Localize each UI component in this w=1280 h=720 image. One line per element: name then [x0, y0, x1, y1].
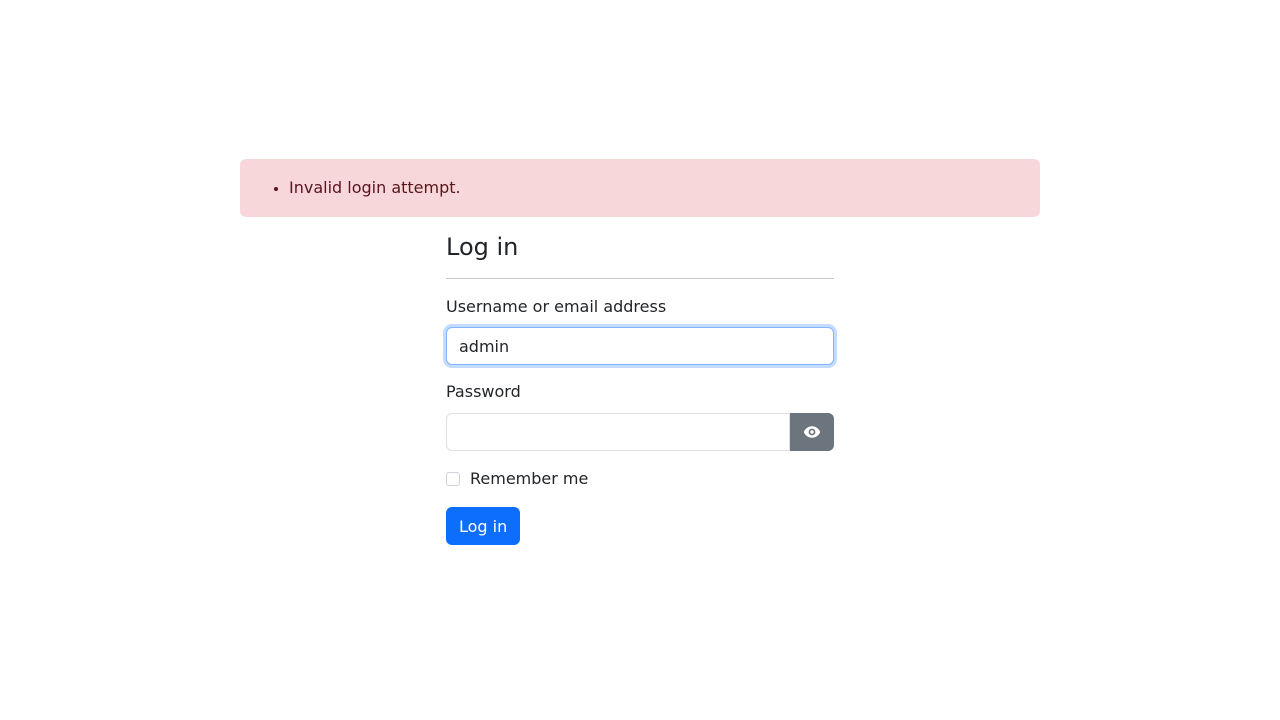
eye-icon: [803, 426, 821, 438]
error-item: Invalid login attempt.: [289, 159, 1040, 217]
validation-error-alert: Invalid login attempt.: [240, 159, 1040, 217]
page-title: Log in: [446, 233, 519, 261]
password-label: Password: [446, 382, 521, 401]
username-label: Username or email address: [446, 297, 667, 316]
toggle-password-button[interactable]: [790, 413, 834, 451]
password-input[interactable]: [446, 413, 790, 451]
remember-me-row: Remember me: [446, 468, 834, 490]
error-list: Invalid login attempt.: [240, 159, 1040, 217]
login-form: Log in Username or email address Passwor…: [446, 231, 834, 545]
remember-me-label[interactable]: Remember me: [470, 468, 588, 490]
remember-me-checkbox[interactable]: [446, 472, 460, 486]
password-group: [446, 413, 834, 451]
login-button[interactable]: Log in: [446, 507, 521, 545]
title-divider: [446, 278, 834, 279]
username-input[interactable]: [446, 327, 834, 365]
